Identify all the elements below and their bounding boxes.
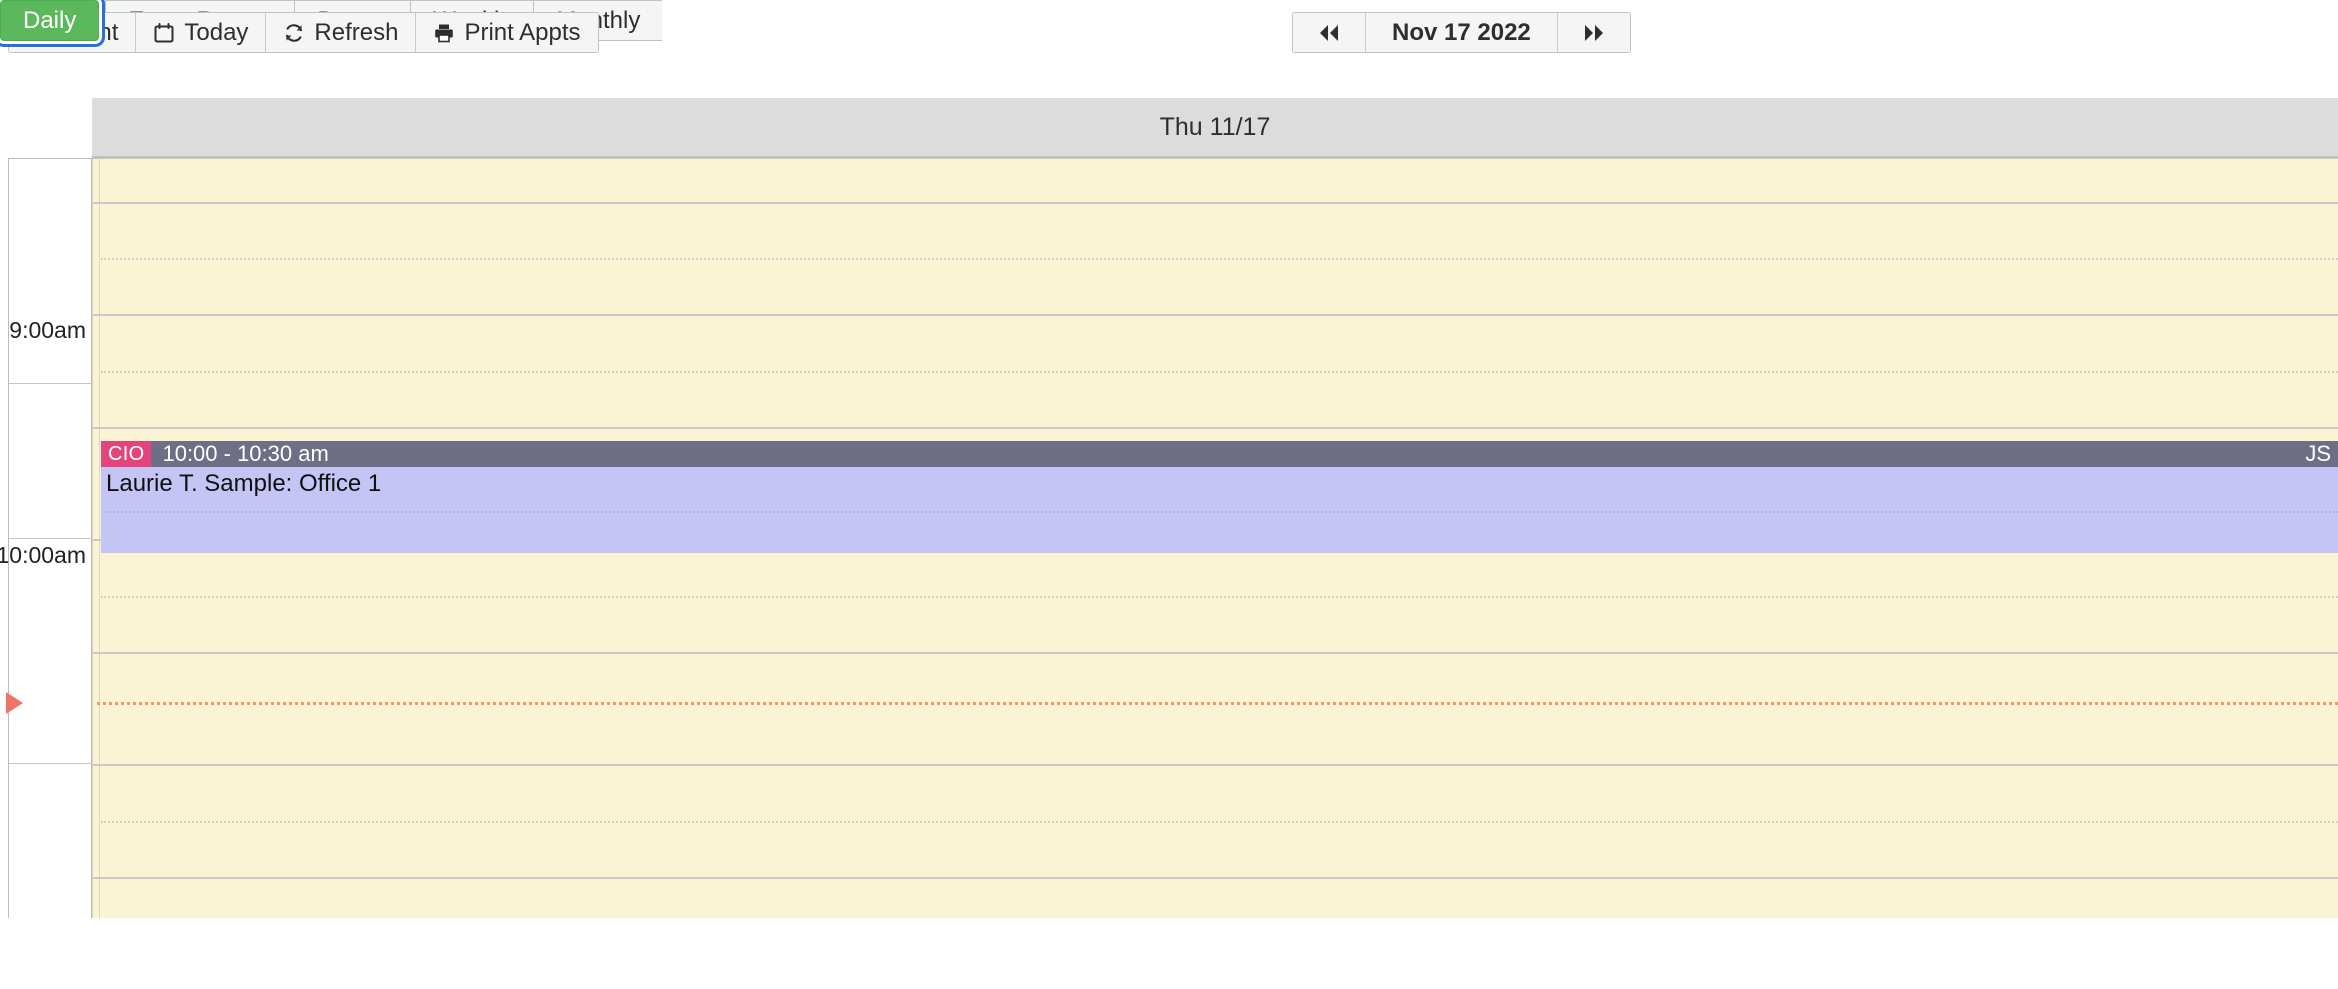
appointment-type-badge: CIO	[101, 441, 152, 467]
quarter-hour-line	[101, 371, 2338, 373]
date-navigation-group: Nov 17 2022	[1292, 12, 1631, 53]
appointment-title: Laurie T. Sample: Office 1	[106, 470, 382, 497]
calendar-icon	[153, 22, 175, 44]
double-chevron-right-icon	[1580, 22, 1608, 44]
appointment-quarter-line	[106, 511, 2338, 513]
day-grid[interactable]: CIO 10:00 - 10:30 am JS Laurie T. Sample…	[92, 158, 2338, 918]
refresh-label: Refresh	[314, 18, 399, 46]
print-appointments-button[interactable]: Print Appts	[416, 13, 598, 52]
next-day-button[interactable]	[1557, 13, 1630, 52]
appointment-initials: JS	[2305, 441, 2331, 466]
time-gutter-label: 9:00am	[9, 317, 86, 343]
current-date-label[interactable]: Nov 17 2022	[1366, 13, 1558, 52]
current-time-triangle-icon	[6, 692, 23, 714]
time-gutter-cell	[9, 764, 93, 989]
quarter-hour-line	[101, 258, 2338, 260]
hour-line	[93, 764, 2338, 766]
half-hour-line	[93, 202, 2338, 204]
time-gutter: 9:00am 10:00am	[0, 158, 93, 918]
time-gutter-cell: 9:00am	[9, 314, 93, 539]
half-hour-line	[93, 652, 2338, 654]
time-gutter-cell: 10:00am	[0, 539, 93, 764]
quarter-hour-line	[101, 821, 2338, 823]
print-appointments-label: Print Appts	[464, 18, 581, 46]
today-label: Today	[184, 18, 249, 46]
previous-day-button[interactable]	[1293, 13, 1366, 52]
tab-daily[interactable]: Daily	[0, 0, 100, 41]
day-column-header[interactable]: Thu 11/17	[92, 98, 2338, 158]
toolbar: Event Today Refresh	[0, 0, 2338, 64]
today-button[interactable]: Today	[136, 13, 267, 52]
half-hour-line	[93, 427, 2338, 429]
half-hour-line	[93, 877, 2338, 879]
appointment-time: 10:00 - 10:30 am	[162, 441, 329, 466]
day-header-label: Thu 11/17	[1159, 112, 1271, 141]
quarter-hour-line	[101, 596, 2338, 598]
refresh-icon	[283, 22, 305, 44]
hour-line	[93, 314, 2338, 316]
refresh-button[interactable]: Refresh	[266, 13, 417, 52]
calendar-view: Thu 11/17 9:00am 10:00am CIO 10:00 - 10:…	[0, 64, 2338, 918]
current-time-line	[97, 702, 2338, 705]
printer-icon	[433, 22, 455, 44]
double-chevron-left-icon	[1315, 22, 1343, 44]
time-gutter-label: 10:00am	[0, 542, 86, 568]
appointment-block[interactable]: CIO 10:00 - 10:30 am JS Laurie T. Sample…	[101, 441, 2338, 553]
appointment-header: CIO 10:00 - 10:30 am JS	[101, 441, 2338, 467]
